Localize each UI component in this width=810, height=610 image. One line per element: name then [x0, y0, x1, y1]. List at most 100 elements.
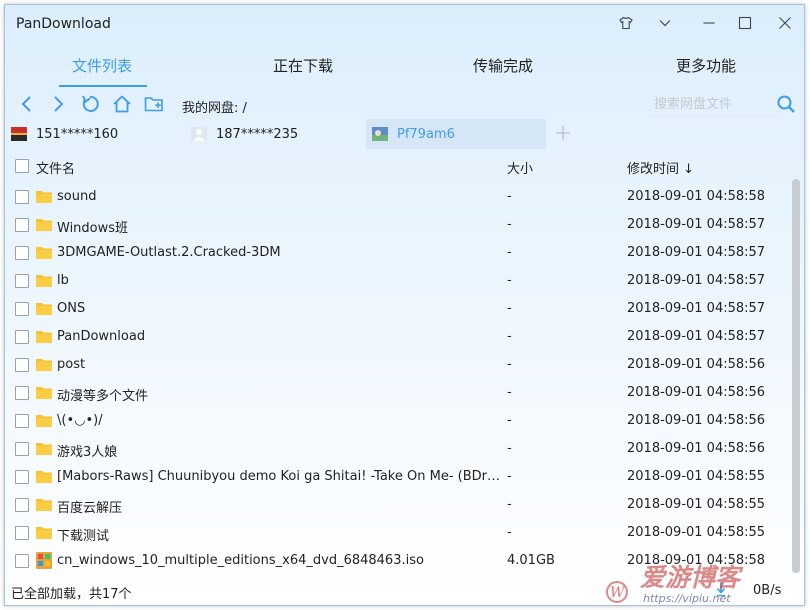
new-folder-icon — [144, 97, 163, 112]
file-row[interactable]: post - 2018-09-01 04:58:56 — [5, 351, 795, 379]
account-tab-2[interactable]: 187*****235 — [191, 119, 361, 149]
file-row[interactable]: Windows班 - 2018-09-01 04:58:57 — [5, 211, 795, 239]
file-size: - — [507, 469, 512, 484]
file-row[interactable]: ONS - 2018-09-01 04:58:57 — [5, 295, 795, 323]
search-button[interactable] — [775, 93, 797, 115]
maximize-button[interactable] — [732, 11, 758, 35]
file-modified-date: 2018-09-01 04:58:58 — [627, 189, 766, 204]
column-header-name[interactable]: 文件名 — [36, 158, 75, 177]
folder-icon — [36, 247, 52, 259]
row-checkbox[interactable] — [15, 358, 29, 372]
folder-icon — [36, 443, 52, 455]
file-row[interactable]: 百度云解压 - 2018-09-01 04:58:55 — [5, 491, 795, 519]
file-row[interactable]: \(•◡•)/ - 2018-09-01 04:58:56 — [5, 407, 795, 435]
tab-file-list[interactable]: 文件列表 — [72, 55, 132, 76]
file-name: Windows班 — [57, 221, 129, 236]
close-button[interactable] — [772, 11, 798, 35]
file-row[interactable]: sound - 2018-09-01 04:58:58 — [5, 183, 795, 211]
maximize-icon — [738, 16, 752, 30]
add-account-button[interactable] — [553, 123, 573, 143]
file-size: - — [507, 273, 512, 288]
tab-completed[interactable]: 传输完成 — [473, 55, 533, 76]
row-checkbox[interactable] — [15, 414, 29, 428]
row-checkbox[interactable] — [15, 246, 29, 260]
row-checkbox[interactable] — [15, 498, 29, 512]
select-all-checkbox[interactable] — [15, 159, 29, 173]
file-modified-date: 2018-09-01 04:58:55 — [627, 525, 766, 540]
file-modified-date: 2018-09-01 04:58:56 — [627, 385, 766, 400]
file-name: \(•◡•)/ — [57, 413, 103, 428]
folder-icon — [36, 387, 52, 399]
home-button[interactable] — [111, 93, 133, 115]
file-row[interactable]: lb - 2018-09-01 04:58:57 — [5, 267, 795, 295]
current-path: 我的网盘: / — [182, 101, 247, 116]
file-modified-date: 2018-09-01 04:58:56 — [627, 357, 766, 372]
folder-icon — [36, 303, 52, 315]
row-checkbox[interactable] — [15, 190, 29, 204]
row-checkbox[interactable] — [15, 526, 29, 540]
file-row[interactable]: PanDownload - 2018-09-01 04:58:57 — [5, 323, 795, 351]
search-input[interactable] — [648, 92, 780, 117]
skin-button[interactable] — [613, 11, 639, 35]
watermark-url: https://vipiu.net — [643, 592, 731, 604]
back-button[interactable] — [16, 93, 38, 115]
file-modified-date: 2018-09-01 04:58:57 — [627, 301, 766, 316]
row-checkbox[interactable] — [15, 302, 29, 316]
file-name: PanDownload — [57, 329, 146, 344]
account-tab-1[interactable]: 151*****160 — [11, 119, 181, 149]
account-name: Pf79am6 — [397, 126, 455, 142]
file-name: 百度云解压 — [57, 501, 123, 516]
new-folder-button[interactable] — [143, 93, 165, 115]
file-row[interactable]: 动漫等多个文件 - 2018-09-01 04:58:56 — [5, 379, 795, 407]
folder-icon — [36, 527, 52, 539]
file-size: - — [507, 189, 512, 204]
folder-icon — [36, 415, 52, 427]
file-row[interactable]: 3DMGAME-Outlast.2.Cracked-3DM - 2018-09-01… — [5, 239, 795, 267]
active-tab-indicator — [59, 85, 147, 87]
file-size: - — [507, 245, 512, 260]
status-text: 已全部加载，共17个 — [11, 587, 132, 602]
file-name: post — [57, 357, 86, 372]
disc-image-file-icon — [36, 552, 52, 569]
file-row[interactable]: 游戏3人娘 - 2018-09-01 04:58:56 — [5, 435, 795, 463]
avatar — [11, 127, 27, 141]
row-checkbox[interactable] — [15, 554, 29, 568]
file-size: 4.01GB — [507, 553, 555, 568]
file-name: 下载测试 — [57, 529, 110, 544]
folder-icon — [36, 219, 52, 231]
column-header-size[interactable]: 大小 — [507, 158, 533, 177]
folder-icon — [36, 331, 52, 343]
chevron-down-icon — [659, 20, 671, 27]
refresh-button[interactable] — [79, 93, 101, 115]
account-tabs: 151*****160 187*****235 Pf79am6 — [5, 119, 804, 149]
tab-downloading[interactable]: 正在下载 — [273, 55, 333, 76]
row-checkbox[interactable] — [15, 442, 29, 456]
row-checkbox[interactable] — [15, 470, 29, 484]
scrollbar[interactable] — [792, 179, 800, 573]
row-checkbox[interactable] — [15, 218, 29, 232]
file-row[interactable]: 下载测试 - 2018-09-01 04:58:55 — [5, 519, 795, 547]
avatar — [372, 127, 388, 141]
row-checkbox[interactable] — [15, 330, 29, 344]
menu-dropdown-button[interactable] — [652, 11, 678, 35]
file-name: ONS — [57, 301, 86, 316]
tab-more-features[interactable]: 更多功能 — [676, 55, 736, 76]
app-window: PanDownload 文件列表 正在下载 传输完成 更多功能 我的网盘: / … — [4, 4, 805, 606]
file-modified-date: 2018-09-01 04:58:56 — [627, 413, 766, 428]
minimize-button[interactable] — [696, 11, 722, 35]
search-icon — [777, 95, 795, 113]
column-header-modified[interactable]: 修改时间 ↓ — [627, 158, 694, 177]
minimize-icon — [703, 22, 715, 24]
file-row[interactable]: [Mabors-Raws] Chuunibyou demo Koi ga Shi… — [5, 463, 795, 491]
file-list-header: 文件名 大小 修改时间 ↓ — [5, 151, 795, 179]
account-tab-3[interactable]: Pf79am6 — [366, 119, 546, 149]
forward-button[interactable] — [47, 93, 69, 115]
file-name: lb — [57, 273, 69, 288]
row-checkbox[interactable] — [15, 274, 29, 288]
file-modified-date: 2018-09-01 04:58:57 — [627, 273, 766, 288]
file-modified-date: 2018-09-01 04:58:55 — [627, 497, 766, 512]
shirt-icon — [619, 16, 633, 30]
scrollbar-thumb[interactable] — [792, 179, 800, 573]
row-checkbox[interactable] — [15, 386, 29, 400]
watermark-text: 爱游博客 — [640, 563, 744, 592]
